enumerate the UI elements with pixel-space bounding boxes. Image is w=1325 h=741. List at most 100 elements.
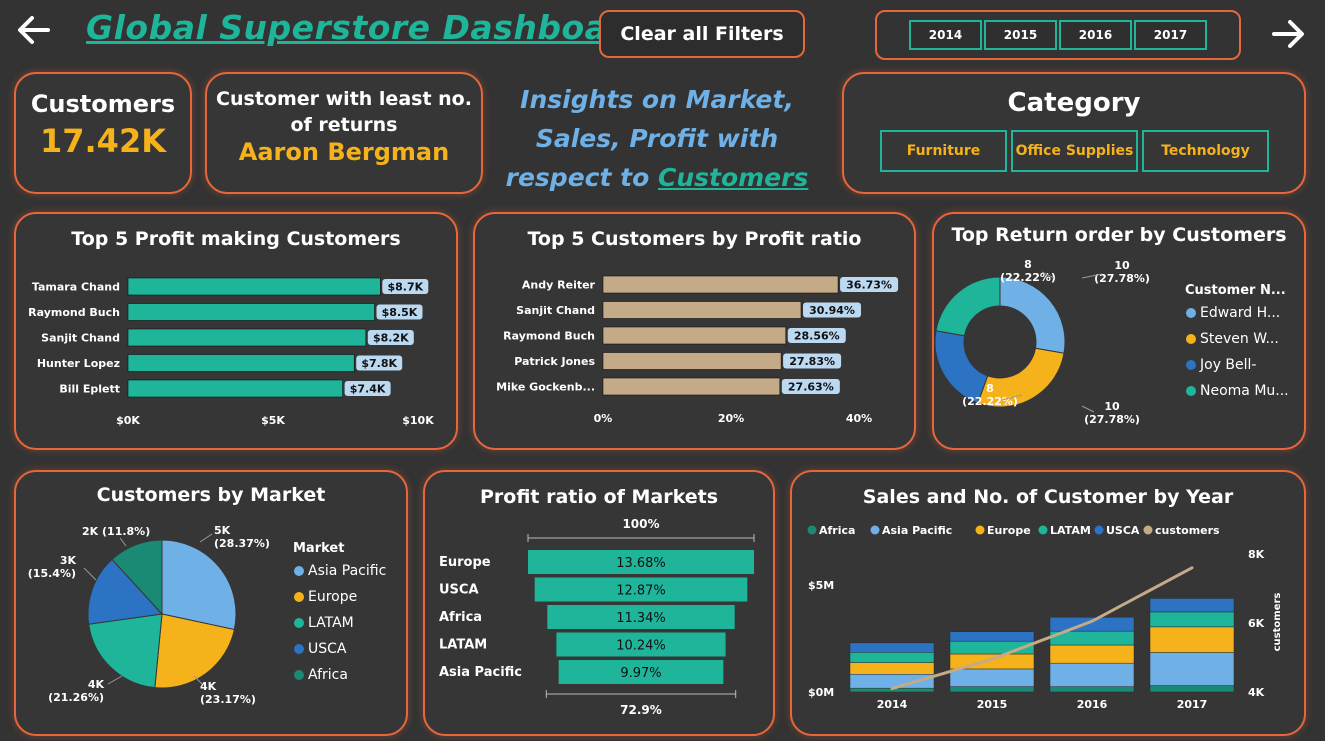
data-label: 27.83% (789, 355, 835, 368)
data-label: 28.56% (794, 330, 840, 343)
axis-tick-label: $5M (808, 579, 834, 592)
bar-category-label: Raymond Buch (503, 330, 595, 343)
legend-label: USCA (1106, 524, 1140, 537)
y2-axis-label: customers (1272, 593, 1283, 652)
category-button-furniture[interactable]: Furniture (880, 130, 1007, 172)
category-title: Category (1007, 88, 1141, 118)
stacked-bar-segment (949, 686, 1035, 693)
funnel-data-label: 13.68% (616, 556, 666, 571)
data-label: $8.5K (382, 306, 418, 319)
funnel-bottom-label: 72.9% (620, 703, 662, 717)
bar (127, 328, 367, 347)
stacked-bar-segment (949, 631, 1035, 642)
year-button-2016[interactable]: 2016 (1059, 20, 1132, 50)
legend-label: LATAM (1050, 524, 1091, 537)
slice-value-label: 8 (1024, 258, 1032, 271)
bar (602, 301, 802, 319)
bar (127, 354, 355, 372)
stacked-bar-segment (849, 662, 935, 675)
axis-tick-label: 2015 (977, 698, 1008, 711)
pie-slice (935, 276, 1001, 337)
leader-line (119, 537, 127, 547)
stacked-bar-segment (949, 668, 1035, 687)
axis-tick-label: 2014 (877, 698, 908, 711)
slice-value-label: 10 (1114, 259, 1130, 272)
stacked-bar-segment (1149, 598, 1235, 613)
legend-item-steven: Steven W... (1186, 331, 1279, 347)
clear-filters-button[interactable]: Clear all Filters (599, 10, 805, 58)
stacked-bar-segment (1149, 611, 1235, 628)
data-label: $7.8K (361, 357, 397, 370)
bar (127, 303, 375, 321)
legend-dot-icon (870, 525, 880, 535)
back-arrow-icon[interactable] (16, 12, 52, 55)
category-button-office-supplies[interactable]: Office Supplies (1011, 130, 1138, 172)
bar (602, 326, 787, 345)
slice-percent-label: (15.4%) (28, 567, 76, 580)
slice-value-label: 8 (986, 382, 994, 395)
funnel-data-label: 10.24% (616, 639, 666, 654)
data-label: 36.73% (846, 279, 892, 292)
axis-tick-label: $10K (402, 414, 434, 427)
legend-label: customers (1155, 524, 1220, 537)
forward-arrow-icon[interactable] (1270, 16, 1306, 59)
legend-dot-icon (294, 618, 304, 628)
axis-tick-label: 40% (846, 412, 872, 425)
legend-label: Steven W... (1200, 331, 1279, 347)
slice-percent-label: (23.17%) (200, 693, 256, 706)
stacked-bar-segment (1149, 652, 1235, 686)
funnel-category-label: LATAM (439, 638, 487, 653)
slice-value-label: 3K (60, 554, 77, 567)
slice-percent-label: (21.26%) (48, 691, 104, 704)
pie-slice (88, 613, 163, 689)
slice-value-label: 10 (1104, 400, 1120, 413)
stacked-bar-segment (849, 642, 935, 653)
return-orders-legend-title: Customer N... (1185, 283, 1286, 298)
sales-year-chart: Africa Asia Pacific Europe LATAM USCA custome… (807, 524, 1283, 711)
market-profit-ratio-chart: 100% Europe 13.68% USCA 12.87% Africa 11.34% LA… (439, 517, 755, 717)
legend-label: Joy Bell- (1200, 357, 1257, 373)
legend-dot-icon (1094, 525, 1104, 535)
funnel-data-label: 12.87% (616, 584, 666, 599)
bar-category-label: Patrick Jones (514, 355, 595, 368)
customers-kpi-card: Customers 17.42K (14, 72, 192, 194)
funnel-data-label: 11.34% (616, 611, 666, 626)
leader-line (83, 567, 97, 581)
funnel-category-label: Asia Pacific (439, 665, 522, 680)
axis-tick-label: 0% (594, 412, 613, 425)
data-label: $8.2K (373, 332, 409, 345)
data-label: 30.94% (809, 304, 855, 317)
bar (602, 275, 839, 294)
stacked-bar-segment (1149, 685, 1235, 693)
legend-label: Edward H... (1200, 305, 1281, 321)
year-button-2017[interactable]: 2017 (1134, 20, 1207, 50)
axis-tick-label: 4K (1248, 686, 1265, 699)
legend-dot-icon (294, 566, 304, 576)
stacked-bar-segment (1049, 644, 1135, 664)
legend-item-africa: Africa (294, 667, 348, 683)
legend-item-latam: LATAM (294, 615, 354, 631)
legend-label: Neoma Mu... (1200, 383, 1289, 399)
slice-value-label: 5K (214, 524, 231, 537)
least-returns-label-1: Customer with least no. (216, 88, 472, 110)
bar (602, 352, 782, 370)
funnel-category-label: Europe (439, 555, 491, 570)
stacked-bar-segment (849, 652, 935, 663)
year-button-2014[interactable]: 2014 (909, 20, 982, 50)
legend-label: Africa (308, 667, 348, 683)
data-label: 27.63% (788, 381, 834, 394)
customers-kpi-value: 17.42K (39, 122, 166, 160)
axis-tick-label: 6K (1248, 617, 1265, 630)
legend-item-edward: Edward H... (1186, 305, 1280, 321)
legend-dot-icon (1186, 360, 1196, 370)
legend-label: Europe (308, 589, 358, 605)
legend-label: LATAM (308, 615, 354, 631)
bar-category-label: Raymond Buch (28, 306, 120, 319)
legend-dot-icon (1186, 308, 1196, 318)
category-button-technology[interactable]: Technology (1142, 130, 1269, 172)
year-button-2015[interactable]: 2015 (984, 20, 1057, 50)
slice-value-label: 4K (88, 678, 105, 691)
axis-tick-label: $0M (808, 686, 834, 699)
data-label: $7.4K (350, 383, 386, 396)
slice-percent-label: (22.22%) (962, 395, 1018, 408)
